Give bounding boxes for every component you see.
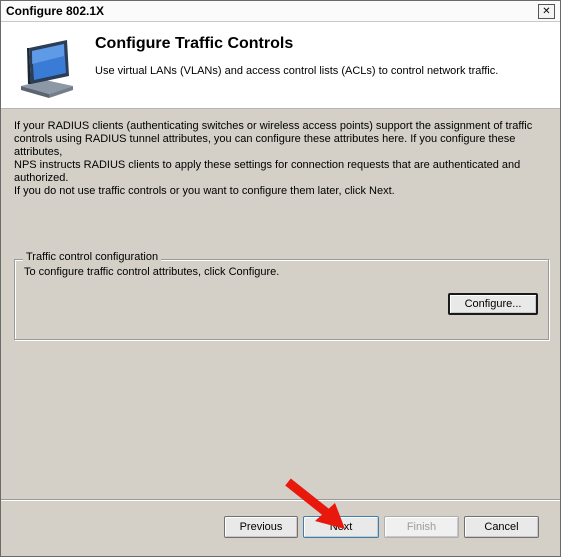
cancel-button[interactable]: Cancel [464,516,539,538]
configure-button[interactable]: Configure... [448,293,538,315]
page-title: Configure Traffic Controls [95,35,294,52]
page-subtitle: Use virtual LANs (VLANs) and access cont… [95,65,499,77]
intro-line: If your RADIUS clients (authenticating s… [14,120,533,132]
monitor-icon [21,40,73,98]
intro-line: authorized. [14,172,69,184]
wizard-window: Configure 802.1X ✕ Configure Traffic Con… [0,0,561,557]
wizard-header: Configure Traffic Controls Use virtual L… [1,22,560,109]
intro-paragraph: If your RADIUS clients (authenticating s… [14,120,549,185]
groupbox-legend: Traffic control configuration [23,251,162,263]
traffic-control-groupbox: Traffic control configuration To configu… [14,251,549,340]
window-title: Configure 802.1X [6,4,105,18]
next-instruction: If you do not use traffic controls or yo… [14,185,395,197]
groupbox-description: To configure traffic control attributes,… [24,266,280,278]
close-button[interactable]: ✕ [538,4,555,19]
title-bar: Configure 802.1X ✕ [1,1,560,22]
intro-line: controls using RADIUS tunnel attributes,… [14,133,516,158]
footer-separator [1,499,560,501]
close-icon: ✕ [542,6,551,17]
finish-button[interactable]: Finish [384,516,459,538]
intro-line: NPS instructs RADIUS clients to apply th… [14,159,521,171]
red-arrow-annotation [285,478,345,529]
